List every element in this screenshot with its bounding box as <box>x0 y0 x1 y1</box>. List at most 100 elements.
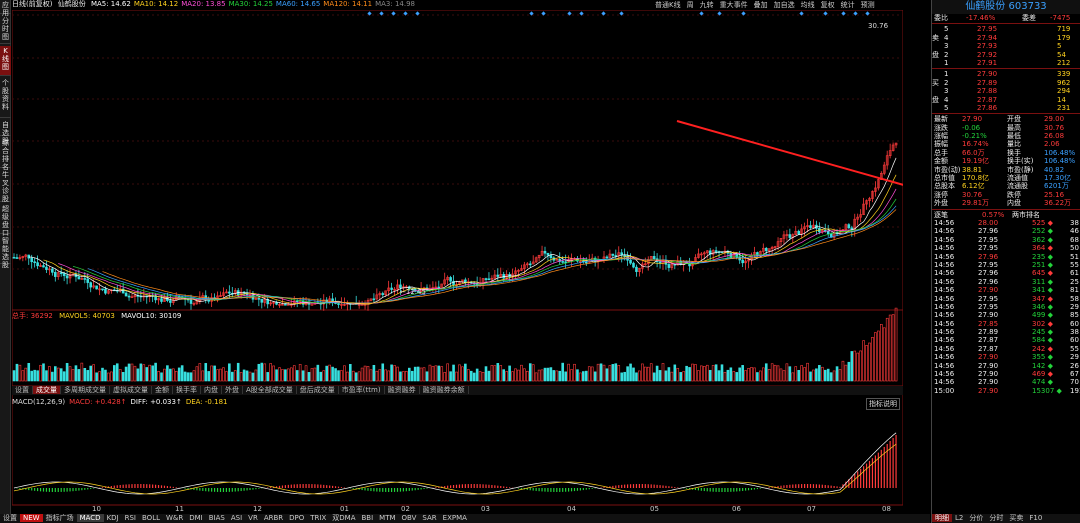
bottom-tab-2[interactable]: 指标广场 <box>43 514 77 522</box>
toolbar-item-0[interactable]: 普通K线 <box>655 1 681 9</box>
volume-bar <box>425 371 429 382</box>
toolbar-item-3[interactable]: 重大事件 <box>720 1 748 9</box>
stat-row-4-cell-0: 总手 <box>934 148 948 157</box>
volume-bar <box>685 365 688 382</box>
tick-row-17-cell-3: 26 <box>1070 361 1079 370</box>
quote-tab-2[interactable]: 分价 <box>966 514 986 522</box>
left-nav-4[interactable]: 自 选 股 <box>0 120 11 145</box>
toolbar-item-1[interactable]: 周 <box>687 1 694 9</box>
toolbar-item-5[interactable]: 加自选 <box>774 1 795 9</box>
volume-bar <box>664 370 668 382</box>
bottom-tab-19[interactable]: SAR <box>419 514 439 522</box>
bottom-tab-8[interactable]: DMI <box>186 514 206 522</box>
bottom-tab-20[interactable]: EXPMA <box>440 514 470 522</box>
bottom-tab-7[interactable]: W&R <box>163 514 186 522</box>
sell-row-3-cell-0: 盘 <box>932 50 939 59</box>
bottom-tab-14[interactable]: TRIX <box>307 514 329 522</box>
bottom-tab-3[interactable]: MACD <box>76 514 104 522</box>
sell-row-0-cell-1: 5 <box>944 25 949 34</box>
bottom-tab-18[interactable]: OBV <box>399 514 420 522</box>
indicator-tab-0[interactable]: 设置 <box>12 386 33 394</box>
tick-row-12-cell-0: 14:56 <box>934 319 955 328</box>
volume-bar <box>443 372 447 382</box>
quote-tab-4[interactable]: 买卖 <box>1006 514 1026 522</box>
candle-body <box>667 264 671 268</box>
tick-row-10-cell-3: 29 <box>1070 302 1079 311</box>
sell-row-2-cell-3: 5 <box>1057 42 1062 51</box>
indicator-help-button[interactable]: 指标说明 <box>866 398 900 410</box>
x-tick-3: 01 <box>340 505 349 513</box>
bottom-tab-11[interactable]: VR <box>245 514 261 522</box>
ma-label-0: MA5: 14.62 <box>90 0 131 8</box>
volume-bar <box>192 370 196 382</box>
indicator-tab-7[interactable]: 外盘 <box>222 386 243 394</box>
volume-bar <box>620 372 624 382</box>
quote-tab-1[interactable]: L2 <box>952 514 966 522</box>
toolbar-item-8[interactable]: 统计 <box>841 1 855 9</box>
bottom-tab-12[interactable]: ARBR <box>261 514 286 522</box>
volume-bar <box>434 365 438 382</box>
tick-row-15-cell-1: 27.87 <box>978 344 999 353</box>
bottom-tab-17[interactable]: MTM <box>376 514 398 522</box>
stat-row-1-cell-2: 最高 <box>1007 123 1021 132</box>
left-nav-7[interactable]: 超 级 盘 口 <box>0 204 11 237</box>
volume-bar <box>334 368 337 382</box>
indicator-tab-11[interactable]: 融资融券 <box>384 386 420 394</box>
indicator-tab-6[interactable]: 内盘 <box>201 386 222 394</box>
left-nav-6[interactable]: 牛 叉 诊 股 <box>0 170 11 203</box>
volume-bar <box>407 367 411 382</box>
tick-row-1: 14:56 27.96 252 ◆ 46 <box>932 227 1080 235</box>
indicator-tab-10[interactable]: 市盈率(ttm) <box>338 386 385 394</box>
left-nav-2[interactable]: K 线 图 <box>0 46 11 76</box>
bottom-tab-6[interactable]: BOLL <box>139 514 163 522</box>
bottom-tab-13[interactable]: DPO <box>286 514 307 522</box>
indicator-tab-3[interactable]: 虚拟成交量 <box>110 386 152 394</box>
indicator-tab-2[interactable]: 多周期成交量 <box>61 386 110 394</box>
candle-body <box>390 287 393 290</box>
stat-row-2-cell-1: -0.21% <box>962 132 987 141</box>
toolbar-item-7[interactable]: 复权 <box>821 1 835 9</box>
stat-row-9-cell-2: 跌停 <box>1007 190 1021 199</box>
quote-tab-3[interactable]: 分时 <box>986 514 1006 522</box>
bottom-tab-16[interactable]: BBI <box>358 514 376 522</box>
tick-row-6: 14:56 27.96 645 ◆ 61 <box>932 269 1080 277</box>
toolbar-item-6[interactable]: 均线 <box>801 1 815 9</box>
left-nav-0[interactable]: 应 用 <box>0 0 11 17</box>
bottom-tab-5[interactable]: RSI <box>122 514 139 522</box>
volume-bar <box>596 363 600 382</box>
candle-body <box>53 272 57 277</box>
indicator-tab-12[interactable]: 融资融券余额 <box>419 386 469 394</box>
bottom-tab-10[interactable]: ASI <box>228 514 245 522</box>
indicator-tab-1[interactable]: 成交量 <box>33 386 61 394</box>
bottom-tab-9[interactable]: BIAS <box>206 514 228 522</box>
indicator-tab-4[interactable]: 金额 <box>152 386 173 394</box>
quote-tab-5[interactable]: F10 <box>1026 514 1045 522</box>
volume-bar <box>207 371 210 382</box>
bottom-tab-15[interactable]: 双DMA <box>329 514 358 522</box>
volume-bar <box>12 370 16 382</box>
stat-row-3-cell-0: 振幅 <box>934 140 948 149</box>
indicator-tab-5[interactable]: 换手率 <box>173 386 201 394</box>
left-nav-8[interactable]: 智 能 选 股 <box>0 236 11 269</box>
toolbar-item-2[interactable]: 九转 <box>700 1 714 9</box>
volume-bar <box>868 342 871 382</box>
indicator-tab-8[interactable]: A股全部成交量 <box>243 386 297 394</box>
volume-bar <box>354 372 358 382</box>
tick-row-20-cell-0: 15:00 <box>934 386 955 395</box>
toolbar-item-9[interactable]: 预测 <box>861 1 875 9</box>
tick-row-19-cell-3: 70 <box>1070 378 1079 387</box>
left-nav-5[interactable]: 综 合 排 名 <box>0 138 11 171</box>
left-nav-3[interactable]: 个 股 资 料 <box>0 78 11 118</box>
tick-row-12-cell-1: 27.85 <box>978 319 999 328</box>
toolbar-item-4[interactable]: 叠加 <box>754 1 768 9</box>
bottom-tab-1[interactable]: NEW <box>20 514 43 522</box>
bottom-tab-4[interactable]: KDJ <box>104 514 122 522</box>
volume-bar <box>694 364 697 382</box>
k-line-chart[interactable]: 31.7828.3926.3023.0720.1817.2514.3666829… <box>12 10 903 515</box>
quote-bottom-tabs: 明细 L2 分价 分时 买卖 F10 <box>932 514 1080 523</box>
bottom-tab-0[interactable]: 设置 <box>0 514 20 522</box>
indicator-tab-9[interactable]: 盘后成交量 <box>296 386 339 394</box>
quote-tab-0[interactable]: 明细 <box>932 514 952 522</box>
volume-bar <box>86 370 90 382</box>
left-nav-1[interactable]: 分 时 图 <box>0 16 11 44</box>
